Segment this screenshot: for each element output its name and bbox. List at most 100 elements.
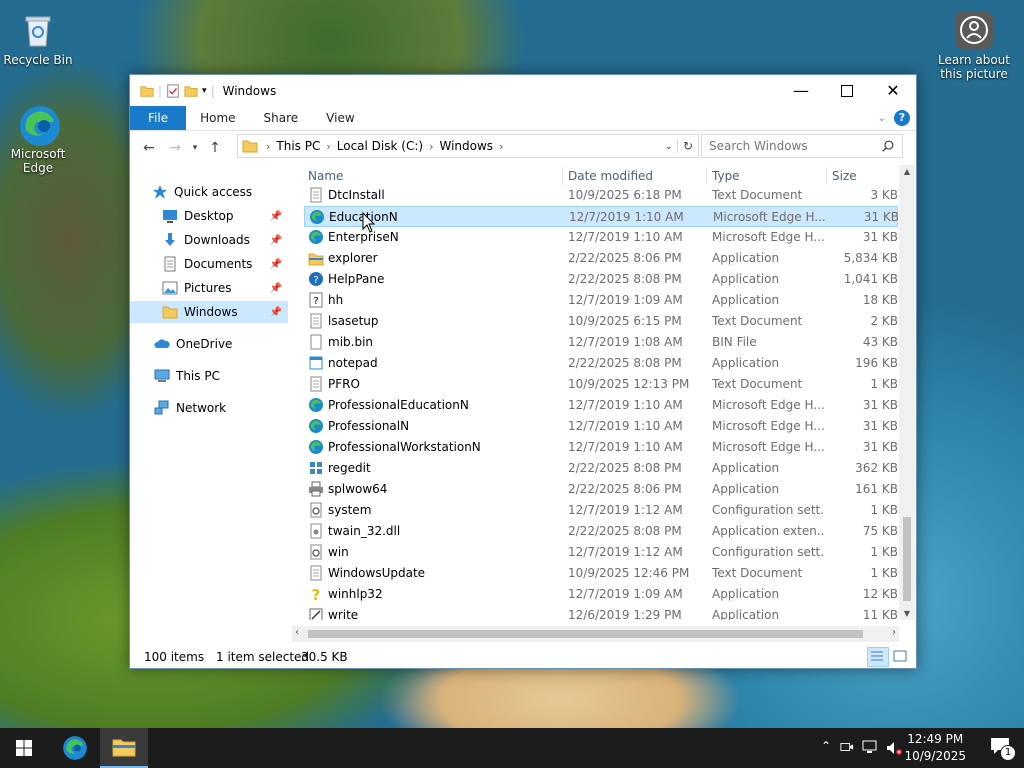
learn-about-picture-shortcut[interactable]: Learn about this picture <box>936 10 1012 81</box>
volume-muted-icon[interactable] <box>886 740 902 756</box>
file-list: ⌃ Name Date modified Type Size DtcInstal… <box>300 165 900 620</box>
column-header-date[interactable]: Date modified <box>568 165 653 187</box>
nav-network[interactable]: Network <box>154 397 226 419</box>
start-button[interactable] <box>0 728 48 768</box>
large-icons-view-button[interactable] <box>892 648 908 667</box>
back-button[interactable]: ← <box>136 140 162 156</box>
breadcrumb-windows[interactable]: Windows <box>435 139 497 153</box>
file-row[interactable]: EnterpriseN 12/7/2019 1:10 AM Microsoft Ed… <box>304 227 898 248</box>
breadcrumb-separator-icon[interactable]: › <box>324 140 332 153</box>
column-header-name[interactable]: Name <box>308 165 343 187</box>
file-row[interactable]: ProfessionalWorkstationN 12/7/2019 1:10 A… <box>304 437 898 458</box>
close-button[interactable]: ✕ <box>870 75 916 106</box>
file-type: Microsoft Edge H... <box>712 419 824 433</box>
recycle-bin-shortcut[interactable]: Recycle Bin <box>0 10 76 67</box>
file-row[interactable]: twain_32.dll 2/22/2025 8:08 PM Application… <box>304 521 898 542</box>
address-bar[interactable]: › This PC › Local Disk (C:) › Windows › … <box>237 134 699 158</box>
nav-item-pictures[interactable]: Pictures 📌 <box>162 277 288 299</box>
file-row[interactable]: EducationN12/7/2019 1:10 AMMicrosoft Edg… <box>304 206 899 227</box>
file-row[interactable]: ? winhlp32 12/7/2019 1:09 AM Application 12 … <box>304 584 898 605</box>
title-bar[interactable]: | ▾ | Windows — ✕ <box>130 75 916 106</box>
computer-icon <box>154 369 170 382</box>
scroll-right-icon[interactable]: › <box>892 627 896 638</box>
properties-icon[interactable] <box>166 83 180 98</box>
horizontal-scrollbar[interactable]: ‹ › <box>292 626 899 642</box>
tab-view[interactable]: View <box>312 106 368 130</box>
nav-item-downloads[interactable]: Downloads 📌 <box>162 229 288 251</box>
customize-toolbar-chevron-icon[interactable]: ▾ <box>202 86 207 96</box>
file-row[interactable]: regedit 2/22/2025 8:08 PM Application 362 K… <box>304 458 898 479</box>
edge-shortcut[interactable]: Microsoft Edge <box>0 104 76 175</box>
nav-item-windows[interactable]: Windows 📌 <box>130 301 288 323</box>
nav-quick-access[interactable]: Quick access <box>152 181 252 203</box>
new-folder-icon[interactable] <box>184 84 198 98</box>
breadcrumb-separator-icon[interactable]: › <box>258 140 272 153</box>
file-row[interactable]: DtcInstall 10/9/2025 6:18 PM Text Document… <box>304 185 898 206</box>
tab-file[interactable]: File <box>130 106 187 130</box>
nav-this-pc[interactable]: This PC <box>154 365 220 387</box>
column-divider[interactable] <box>826 167 827 185</box>
details-view-button[interactable] <box>867 647 889 667</box>
forward-button[interactable]: → <box>162 140 188 156</box>
file-row[interactable]: system 12/7/2019 1:12 AM Configuration set… <box>304 500 898 521</box>
file-row[interactable]: ProfessionalEducationN 12/7/2019 1:10 AM M… <box>304 395 898 416</box>
taskbar-edge-button[interactable] <box>51 728 99 768</box>
taskbar-file-explorer-button[interactable] <box>100 728 148 768</box>
minimize-button[interactable]: — <box>778 75 824 106</box>
maximize-button[interactable] <box>824 75 870 106</box>
clock[interactable]: 12:49 PM 10/9/2025 <box>904 731 966 765</box>
file-size: 11 KB <box>862 608 898 620</box>
network-status-icon[interactable] <box>862 740 878 754</box>
file-row[interactable]: ? hh 12/7/2019 1:09 AM Application 18 KB <box>304 290 898 311</box>
scroll-left-icon[interactable]: ‹ <box>295 627 299 638</box>
file-row[interactable]: mib.bin 12/7/2019 1:08 AM BIN File 43 KB <box>304 332 898 353</box>
file-row[interactable]: write 12/6/2019 1:29 PM Application 11 KB <box>304 605 898 620</box>
breadcrumb-separator-icon[interactable]: › <box>497 140 505 153</box>
file-size: 75 KB <box>862 524 898 538</box>
search-box[interactable] <box>701 134 903 158</box>
column-header-size[interactable]: Size <box>832 165 857 187</box>
up-button[interactable]: ↑ <box>202 140 228 156</box>
action-center-button[interactable]: 1 <box>990 737 1016 761</box>
file-row[interactable]: win 12/7/2019 1:12 AM Configuration sett..… <box>304 542 898 563</box>
breadcrumb-separator-icon[interactable]: › <box>427 140 435 153</box>
tab-home[interactable]: Home <box>186 106 249 130</box>
column-divider[interactable] <box>706 167 707 185</box>
tab-share[interactable]: Share <box>250 106 313 130</box>
help-button[interactable]: ? <box>894 110 910 126</box>
file-name: mib.bin <box>328 335 374 349</box>
meet-now-icon[interactable] <box>840 740 854 754</box>
file-row[interactable]: splwow64 2/22/2025 8:06 PM Application 161 … <box>304 479 898 500</box>
onedrive-icon <box>154 339 170 348</box>
nav-onedrive[interactable]: OneDrive <box>154 333 232 355</box>
nav-item-desktop[interactable]: Desktop 📌 <box>162 205 288 227</box>
scroll-up-icon[interactable]: ▲ <box>899 167 915 176</box>
address-history-chevron-icon[interactable]: ⌄ <box>661 141 677 152</box>
file-date-modified: 10/9/2025 6:15 PM <box>568 314 682 328</box>
refresh-icon[interactable]: ↻ <box>676 139 698 153</box>
file-type: Configuration sett... <box>712 545 824 559</box>
expand-ribbon-icon[interactable]: ⌄ <box>878 113 886 124</box>
file-row[interactable]: PFRO 10/9/2025 12:13 PM Text Document 1 KB <box>304 374 898 395</box>
breadcrumb-local-disk[interactable]: Local Disk (C:) <box>333 139 427 153</box>
file-date-modified: 12/7/2019 1:10 AM <box>568 440 683 454</box>
recent-locations-chevron-icon[interactable]: ▾ <box>188 143 202 153</box>
search-input[interactable] <box>702 138 881 154</box>
column-header-type[interactable]: Type <box>712 165 740 187</box>
scroll-down-icon[interactable]: ▼ <box>899 609 915 618</box>
pin-icon: 📌 <box>269 282 282 294</box>
file-row[interactable]: notepad 2/22/2025 8:08 PM Application 196 K… <box>304 353 898 374</box>
file-row[interactable]: explorer 2/22/2025 8:06 PM Application 5,83… <box>304 248 898 269</box>
column-divider[interactable] <box>562 167 563 185</box>
breadcrumb-this-pc[interactable]: This PC <box>272 139 324 153</box>
nav-item-documents[interactable]: Documents 📌 <box>162 253 288 275</box>
show-hidden-icons-chevron-icon[interactable]: ⌃ <box>821 739 831 753</box>
vertical-scroll-thumb[interactable] <box>903 517 911 601</box>
file-row[interactable]: ? HelpPane 2/22/2025 8:08 PM Application 1,0… <box>304 269 898 290</box>
vertical-scrollbar[interactable]: ▲ ▼ <box>899 165 915 620</box>
file-row[interactable]: WindowsUpdate 10/9/2025 12:46 PM Text Docu… <box>304 563 898 584</box>
downloads-icon <box>165 233 175 246</box>
horizontal-scroll-thumb[interactable] <box>308 630 863 638</box>
file-row[interactable]: ProfessionalN 12/7/2019 1:10 AM Microsoft … <box>304 416 898 437</box>
file-row[interactable]: lsasetup 10/9/2025 6:15 PM Text Document 2 … <box>304 311 898 332</box>
